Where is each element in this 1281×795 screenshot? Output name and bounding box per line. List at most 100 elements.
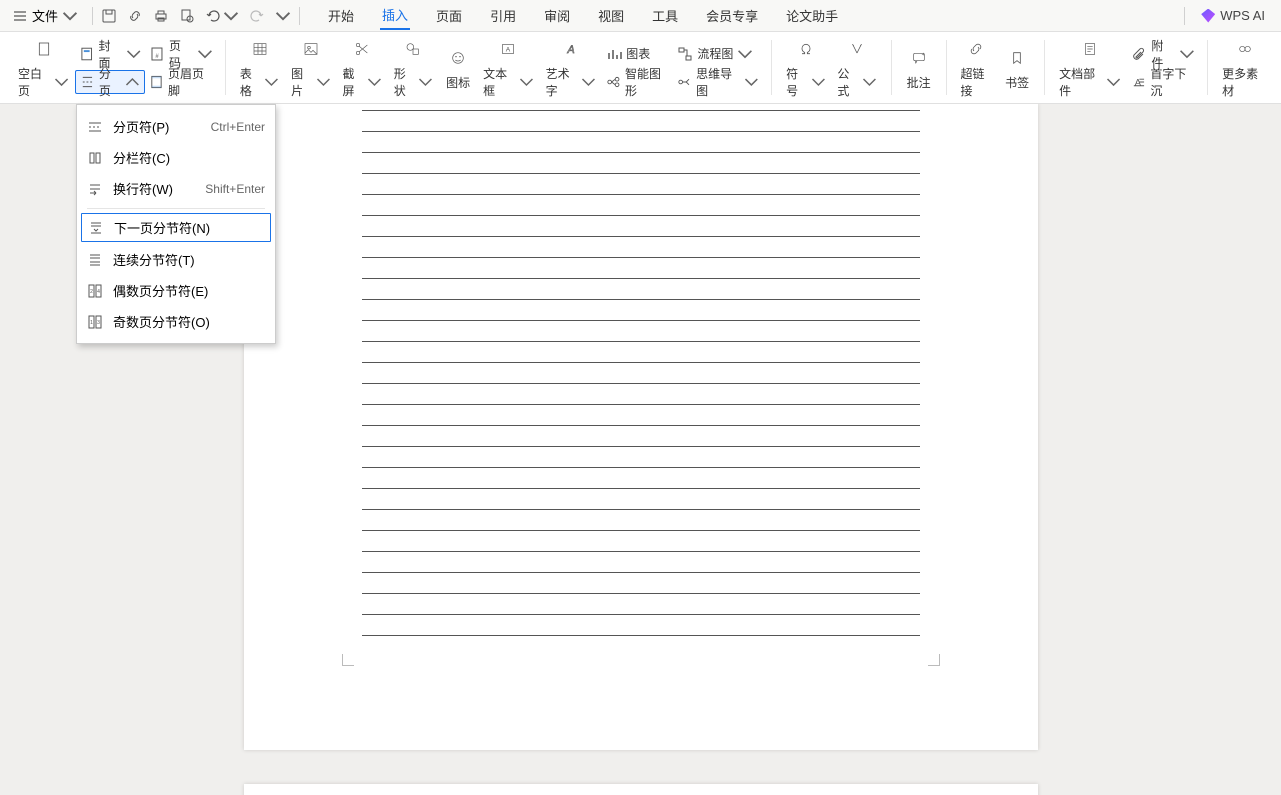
header-footer-button[interactable]: 页眉页脚 <box>145 70 217 94</box>
chevron-down-icon <box>54 74 69 90</box>
icon-button[interactable]: 图标 <box>439 43 477 93</box>
doc-parts-button[interactable]: 文档部件 <box>1053 34 1127 101</box>
cover-icon <box>79 46 94 62</box>
picture-button[interactable]: 图片 <box>285 34 336 101</box>
dd-column-break-label: 分栏符(C) <box>113 148 170 167</box>
paperclip-icon <box>1131 46 1147 62</box>
page-break-dropdown: 分页符(P) Ctrl+Enter 分栏符(C) 换行符(W) Shift+En… <box>76 104 276 344</box>
hyperlink-icon <box>968 41 984 57</box>
picture-label: 图片 <box>291 65 313 99</box>
scissors-icon <box>354 41 370 57</box>
blank-page-icon <box>36 41 52 57</box>
smart-graphic-button[interactable]: 智能图形 <box>602 70 673 94</box>
ribbon-group-comment: + 批注 <box>892 34 946 101</box>
equation-button[interactable]: 公式 <box>831 34 882 101</box>
textbox-button[interactable]: A 文本框 <box>477 34 540 101</box>
qat-customize[interactable] <box>275 8 291 24</box>
bookmark-button[interactable]: 书签 <box>998 43 1036 93</box>
wps-ai-button[interactable]: WPS AI <box>1201 8 1265 23</box>
hyperlink-button[interactable]: 超链接 <box>955 34 999 101</box>
drop-cap-button[interactable]: A 首字下沉 <box>1127 70 1199 94</box>
mindmap-button[interactable]: 思维导图 <box>673 70 763 94</box>
chart-label: 图表 <box>626 45 650 62</box>
print-button[interactable] <box>153 8 169 24</box>
share-button[interactable] <box>127 8 143 24</box>
chart-button[interactable]: 图表 <box>602 42 673 66</box>
equation-icon <box>849 41 865 57</box>
chevron-down-icon <box>744 74 759 90</box>
dd-column-break[interactable]: 分栏符(C) <box>77 142 275 173</box>
shape-label: 形状 <box>394 65 416 99</box>
chevron-down-icon <box>264 74 279 90</box>
mindmap-label: 思维导图 <box>696 65 740 99</box>
drop-cap-icon: A <box>1131 74 1146 90</box>
screenshot-button[interactable]: 截屏 <box>336 34 387 101</box>
tab-reference[interactable]: 引用 <box>488 2 518 29</box>
omega-icon <box>798 41 814 57</box>
mindmap-icon <box>677 74 692 90</box>
tab-review[interactable]: 审阅 <box>542 2 572 29</box>
document-page[interactable] <box>244 104 1038 750</box>
blank-page-button[interactable]: 空白页 <box>12 34 75 101</box>
tab-tools[interactable]: 工具 <box>650 2 680 29</box>
tab-page[interactable]: 页面 <box>434 2 464 29</box>
flowchart-button[interactable]: 流程图 <box>673 42 763 66</box>
undo-button[interactable] <box>205 8 239 24</box>
screenshot-label: 截屏 <box>342 65 364 99</box>
wordart-button[interactable]: A 艺术字 <box>540 34 603 101</box>
dd-line-break[interactable]: 换行符(W) Shift+Enter <box>77 173 275 204</box>
ribbon-group-symbols: 符号 公式 <box>772 34 890 101</box>
ribbon-col-flow: 流程图 思维导图 <box>673 42 763 94</box>
attachment-button[interactable]: 附件 <box>1127 42 1199 66</box>
dd-continuous-section-label: 连续分节符(T) <box>113 250 195 269</box>
more-material-button[interactable]: 更多素材 <box>1216 34 1273 101</box>
chevron-down-icon <box>519 74 534 90</box>
flowchart-label: 流程图 <box>697 45 733 62</box>
comment-button[interactable]: + 批注 <box>900 43 938 93</box>
chevron-down-icon <box>418 74 433 90</box>
dd-even-page-section[interactable]: 24 偶数页分节符(E) <box>77 275 275 306</box>
dd-page-break[interactable]: 分页符(P) Ctrl+Enter <box>77 111 275 142</box>
tab-paper-helper[interactable]: 论文助手 <box>784 2 840 29</box>
dd-page-break-shortcut: Ctrl+Enter <box>211 120 265 134</box>
table-icon <box>252 41 268 57</box>
chevron-down-icon <box>862 74 877 90</box>
dd-line-break-shortcut: Shift+Enter <box>205 182 265 196</box>
more-material-icon <box>1237 41 1253 57</box>
cover-button[interactable]: 封面 <box>75 42 145 66</box>
hyperlink-label: 超链接 <box>961 65 993 99</box>
print-preview-button[interactable] <box>179 8 195 24</box>
print-icon <box>153 8 169 24</box>
chevron-down-icon <box>62 8 78 24</box>
chevron-down-icon <box>737 46 753 62</box>
shape-button[interactable]: 形状 <box>388 34 439 101</box>
tab-member[interactable]: 会员专享 <box>704 2 760 29</box>
symbol-button[interactable]: 符号 <box>780 34 831 101</box>
flowchart-icon <box>677 46 693 62</box>
page-break-button[interactable]: 分页 <box>75 70 145 94</box>
file-menu-button[interactable]: 文件 <box>6 4 84 27</box>
chevron-down-icon <box>223 8 239 24</box>
redo-button[interactable] <box>249 8 265 24</box>
dd-continuous-section[interactable]: 连续分节符(T) <box>77 244 275 275</box>
wps-ai-label: WPS AI <box>1220 8 1265 23</box>
equation-label: 公式 <box>837 65 859 99</box>
page-number-button[interactable]: # 页码 <box>145 42 217 66</box>
page-break-label: 分页 <box>99 65 121 99</box>
smart-graphic-label: 智能图形 <box>625 65 669 99</box>
ribbon: 空白页 封面 分页 # 页码 页眉页脚 <box>0 32 1281 104</box>
document-page[interactable] <box>244 784 1038 795</box>
dd-odd-page-section[interactable]: 13 奇数页分节符(O) <box>77 306 275 337</box>
dd-next-page-section[interactable]: 下一页分节符(N) <box>81 213 271 242</box>
table-button[interactable]: 表格 <box>234 34 285 101</box>
ribbon-group-pages: 空白页 封面 分页 # 页码 页眉页脚 <box>4 34 225 101</box>
save-button[interactable] <box>101 8 117 24</box>
tab-insert[interactable]: 插入 <box>380 1 410 30</box>
tab-view[interactable]: 视图 <box>596 2 626 29</box>
tab-start[interactable]: 开始 <box>326 2 356 29</box>
bookmark-icon <box>1009 50 1025 66</box>
ribbon-col-page-header: # 页码 页眉页脚 <box>145 42 217 94</box>
symbol-label: 符号 <box>786 65 808 99</box>
page-break-icon <box>87 119 103 135</box>
preview-icon <box>179 8 195 24</box>
